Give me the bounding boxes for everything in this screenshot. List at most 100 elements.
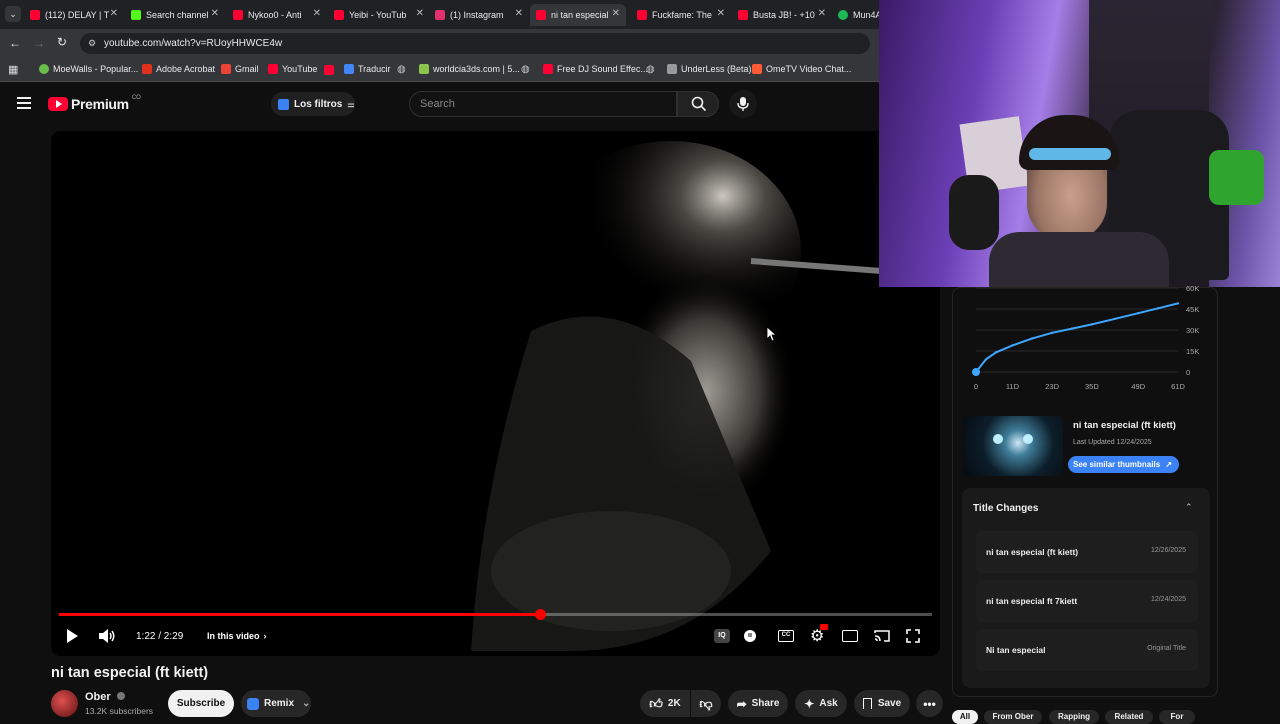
fullscreen-button[interactable] <box>906 627 920 645</box>
share-button[interactable]: ➦ Share <box>728 690 788 717</box>
close-icon[interactable]: ✕ <box>717 8 725 19</box>
tab-3[interactable]: Nykoo0 - Anti ✕ <box>233 4 321 26</box>
acrobat-icon <box>142 64 152 74</box>
address-bar[interactable]: ⚙ youtube.com/watch?v=RUoyHHWCE4w <box>80 33 870 54</box>
chip-rapping[interactable]: Rapping <box>1049 710 1099 724</box>
volume-icon <box>99 629 115 643</box>
close-icon[interactable]: ✕ <box>612 8 620 19</box>
x-tick-label: 0 <box>974 382 978 391</box>
youtube-icon <box>738 10 748 20</box>
site-info-icon[interactable]: ⚙ <box>88 33 96 54</box>
close-icon[interactable]: ✕ <box>110 8 118 19</box>
dislike-button[interactable]: 👎︎ <box>691 690 721 717</box>
bookmark-icon <box>862 698 872 709</box>
globe-icon[interactable]: ◍ <box>521 64 530 75</box>
channel-name[interactable]: Ober <box>85 691 125 703</box>
cast-icon <box>874 630 890 642</box>
data-point <box>1090 323 1094 326</box>
channel-avatar[interactable] <box>51 690 78 717</box>
more-actions-button[interactable]: ••• <box>916 690 943 717</box>
close-icon[interactable]: ✕ <box>818 8 826 19</box>
filter-extension-icon <box>278 98 289 110</box>
chip-related[interactable]: Related <box>1105 710 1153 724</box>
extension-iq-button[interactable]: IQ <box>714 627 730 645</box>
y-tick-label: 15K <box>1186 347 1199 356</box>
bookmark-moewalls[interactable]: MoeWalls - Popular... <box>39 64 138 74</box>
instagram-icon <box>435 10 445 20</box>
voice-search-button[interactable] <box>729 90 757 118</box>
bookmark-underless[interactable]: UnderLess (Beta) <box>667 64 752 74</box>
bookmark-gmail[interactable]: Gmail <box>221 64 259 74</box>
like-button[interactable]: 👍︎ 2K <box>640 690 690 717</box>
in-this-video-button[interactable]: In this video › <box>207 627 267 645</box>
ask-button[interactable]: ✦ Ask <box>795 690 847 717</box>
y-tick-label: 0 <box>1186 368 1190 377</box>
chip-for[interactable]: For <box>1159 710 1195 724</box>
see-similar-thumbnails-button[interactable]: See similar thumbnails ↗ <box>1068 456 1179 473</box>
thumbnail-image[interactable] <box>963 416 1063 476</box>
y-tick-label: 60K <box>1186 284 1199 293</box>
remix-button[interactable]: Remix ⌄ <box>241 690 311 717</box>
thumbs-up-icon: 👍︎ <box>649 695 663 711</box>
x-tick-label: 11D <box>1006 382 1020 391</box>
tab-search-dropdown-icon[interactable]: ⌄ <box>5 6 21 22</box>
subscribe-button[interactable]: Subscribe <box>168 690 234 717</box>
forward-arrow-icon[interactable]: → <box>33 36 45 50</box>
close-icon[interactable]: ✕ <box>313 8 321 19</box>
chip-all[interactable]: All <box>952 710 978 724</box>
bookmark-adobe-acrobat[interactable]: Adobe Acrobat <box>142 64 215 74</box>
video-player[interactable] <box>51 131 940 656</box>
url-text: youtube.com/watch?v=RUoyHHWCE4w <box>104 38 283 49</box>
globe-icon[interactable]: ◍ <box>646 64 655 75</box>
bookmark-youtube[interactable]: YouTube <box>268 64 317 74</box>
tab-8[interactable]: Busta JB! - +10 ✕ <box>738 4 826 26</box>
close-icon[interactable]: ✕ <box>416 8 424 19</box>
bookmark-traducir[interactable]: Traducir <box>344 64 391 74</box>
close-icon[interactable]: ✕ <box>211 8 219 19</box>
gmail-icon <box>221 64 231 74</box>
apps-grid-icon[interactable]: ▦ <box>8 63 18 76</box>
data-point <box>1176 302 1180 305</box>
search-icon <box>691 96 707 112</box>
volume-button[interactable] <box>98 627 116 645</box>
data-point <box>1070 327 1074 330</box>
save-button[interactable]: Save <box>854 690 910 717</box>
tab-1[interactable]: (112) DELAY | T ✕ <box>30 4 118 26</box>
fullscreen-icon <box>906 629 920 643</box>
close-icon[interactable]: ✕ <box>515 8 523 19</box>
time-display: 1:22 / 2:29 <box>136 630 184 642</box>
tab-2[interactable]: Search channel ✕ <box>131 4 219 26</box>
reload-icon[interactable]: ↻ <box>57 35 67 49</box>
tab-5[interactable]: (1) Instagram ✕ <box>435 4 523 26</box>
play-button[interactable] <box>65 627 79 645</box>
youtube-premium-logo[interactable]: Premium CO <box>48 95 141 113</box>
tab-6-active[interactable]: ni tan especial ✕ <box>530 4 626 26</box>
bookmark-free-dj-sound-effects[interactable]: Free DJ Sound Effec... <box>543 64 648 74</box>
pause-toggle-button[interactable]: ıı <box>744 627 756 645</box>
hamburger-menu-icon[interactable] <box>17 97 31 109</box>
chip-from-ober[interactable]: From Ober <box>984 710 1042 724</box>
los-filtros-button[interactable]: Los filtros ⚌ <box>271 92 355 116</box>
scrubber-handle[interactable] <box>535 609 547 620</box>
cast-button[interactable] <box>874 627 890 645</box>
bookmark-worldcia3ds[interactable]: worldcia3ds.com | 5... <box>419 64 520 74</box>
progress-bar[interactable] <box>59 609 932 620</box>
iq-icon <box>247 697 259 710</box>
settings-button[interactable]: ⚙ <box>810 624 828 645</box>
country-code: CO <box>131 95 141 101</box>
youtube-icon[interactable] <box>324 65 334 75</box>
tab-7[interactable]: Fuckfame: The ✕ <box>637 4 725 26</box>
captions-button[interactable]: CC <box>778 627 794 645</box>
bookmark-ometv[interactable]: OmeTV Video Chat... <box>752 64 851 74</box>
globe-icon[interactable]: ◍ <box>397 64 406 75</box>
miniplayer-button[interactable] <box>842 627 858 645</box>
title-change-row: ni tan especial ft 7kiett 12/24/2025 <box>976 580 1198 622</box>
title-change-row: ni tan especial (ft kiett) 12/26/2025 <box>976 531 1198 573</box>
search-input[interactable]: Search <box>409 91 677 117</box>
tab-4[interactable]: Yeibi - YouTub ✕ <box>334 4 424 26</box>
tab-9[interactable]: Mun4A <box>838 4 880 26</box>
back-arrow-icon[interactable]: ← <box>9 36 21 50</box>
collapse-chevron-icon[interactable]: ⌃ <box>1185 502 1193 513</box>
search-button[interactable] <box>677 91 719 117</box>
x-tick-label: 23D <box>1045 382 1059 391</box>
